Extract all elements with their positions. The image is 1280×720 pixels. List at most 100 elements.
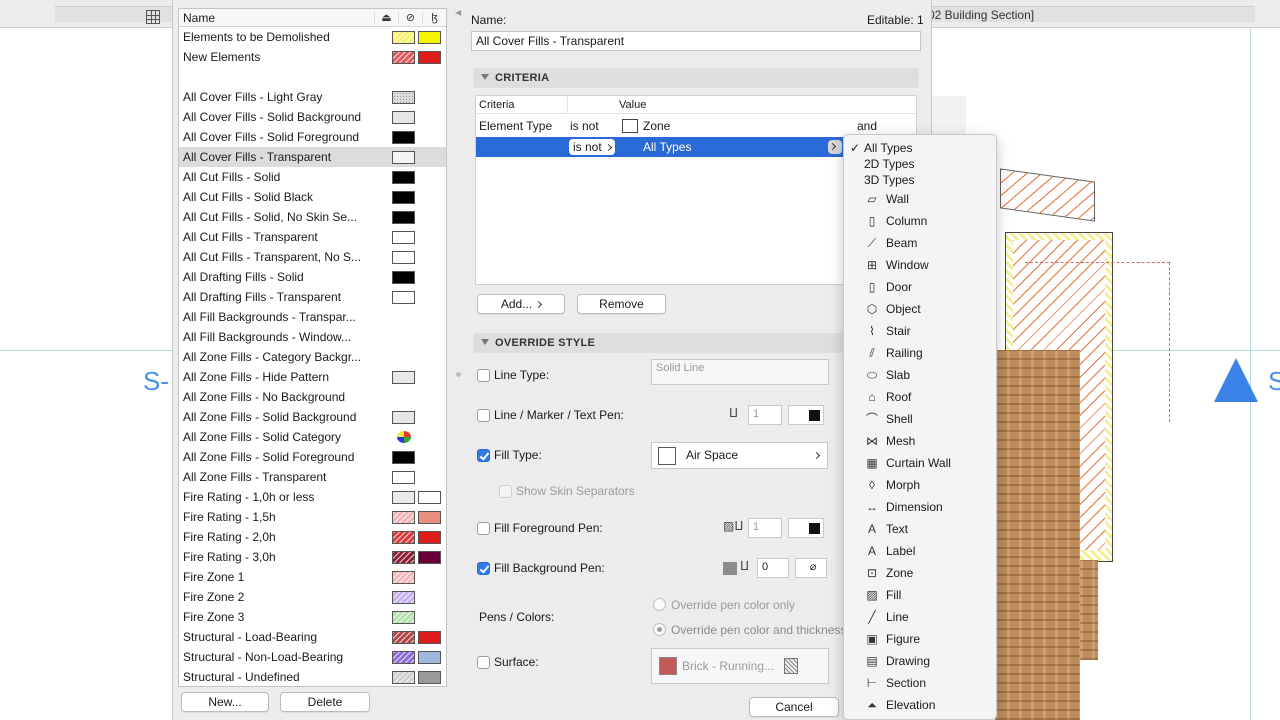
fill-background-checkbox[interactable]	[477, 562, 490, 575]
list-item[interactable]: All Cut Fills - Solid	[179, 167, 446, 187]
radio-pen-color-thickness[interactable]	[653, 623, 666, 636]
line-pen-checkbox[interactable]	[477, 409, 490, 422]
menu-item-all-types[interactable]: ✓ All Types	[844, 140, 996, 156]
menu-item-shell[interactable]: ⌒ Shell	[844, 408, 996, 430]
menu-item-line[interactable]: ╱ Line	[844, 606, 996, 628]
menu-item-3d-types[interactable]: 3D Types	[844, 172, 996, 188]
menu-item-railing[interactable]: ⫽ Railing	[844, 342, 996, 364]
menu-item-figure[interactable]: ▣ Figure	[844, 628, 996, 650]
add-criteria-button[interactable]: Add...	[477, 294, 565, 314]
rule-name-input[interactable]: All Cover Fills - Transparent	[471, 31, 921, 51]
list-item[interactable]: All Fill Backgrounds - Transpar...	[179, 307, 446, 327]
list-item[interactable]: Fire Zone 3	[179, 607, 446, 627]
cut-fill-swatch	[418, 491, 441, 504]
menu-item-fill[interactable]: ▨ Fill	[844, 584, 996, 606]
list-item[interactable]: All Zone Fills - Category Backgr...	[179, 347, 446, 367]
transparent-pen-icon[interactable]: ⌀	[795, 558, 827, 578]
list-item[interactable]: All Cut Fills - Solid Black	[179, 187, 446, 207]
menu-item-slab[interactable]: ⬭ Slab	[844, 364, 996, 386]
menu-item-zone[interactable]: ⊡ Zone	[844, 562, 996, 584]
operator-dropdown[interactable]: is not	[569, 139, 615, 155]
grid-icon[interactable]	[146, 10, 160, 24]
pen-column-icon[interactable]: ɮ	[422, 11, 446, 24]
menu-item-wall[interactable]: ▱ Wall	[844, 188, 996, 210]
value-chevron-icon[interactable]	[828, 140, 842, 154]
criteria-section-header[interactable]: CRITERIA	[473, 68, 919, 88]
radio-pen-color-only[interactable]	[653, 598, 666, 611]
list-item[interactable]: All Zone Fills - Solid Foreground	[179, 447, 446, 467]
delete-button[interactable]: Delete	[280, 692, 370, 712]
criteria-row[interactable]: Element Type is not Zone and	[476, 116, 916, 136]
remove-criteria-button[interactable]: Remove	[577, 294, 666, 314]
list-item[interactable]: Fire Zone 2	[179, 587, 446, 607]
line-pen-number[interactable]: 1	[748, 405, 782, 425]
new-button[interactable]: New...	[181, 692, 269, 712]
list-item[interactable]: All Zone Fills - No Background	[179, 387, 446, 407]
list-item[interactable]: All Zone Fills - Solid Category	[179, 427, 446, 447]
list-item[interactable]: All Zone Fills - Transparent	[179, 467, 446, 487]
menu-item-object[interactable]: ⬡ Object	[844, 298, 996, 320]
menu-item-door[interactable]: ▯ Door	[844, 276, 996, 298]
list-item[interactable]: Fire Rating - 1,5h	[179, 507, 446, 527]
criteria-value[interactable]: Zone	[643, 119, 670, 133]
menu-item-morph[interactable]: ◊ Morph	[844, 474, 996, 496]
list-item[interactable]: Fire Zone 1	[179, 567, 446, 587]
menu-item-2d-types[interactable]: 2D Types	[844, 156, 996, 172]
list-item[interactable]: Elements to be Demolished	[179, 27, 446, 47]
fill-foreground-color-picker[interactable]	[788, 518, 824, 538]
list-item[interactable]: All Cover Fills - Solid Background	[179, 107, 446, 127]
value-column-header: Value	[619, 99, 647, 111]
list-item[interactable]: All Drafting Fills - Solid	[179, 267, 446, 287]
line-type-checkbox[interactable]	[477, 369, 490, 382]
fill-foreground-checkbox[interactable]	[477, 522, 490, 535]
list-item[interactable]: All Zone Fills - Solid Background	[179, 407, 446, 427]
tab-building-section[interactable]: 02 Building Section]	[928, 8, 1034, 22]
fill-background-number[interactable]: 0	[757, 558, 789, 578]
cancel-button[interactable]: Cancel	[749, 697, 839, 717]
list-item[interactable]: Structural - Load-Bearing	[179, 627, 446, 647]
list-item[interactable]: All Cover Fills - Solid Foreground	[179, 127, 446, 147]
fill-type-checkbox[interactable]	[477, 449, 490, 462]
list-item[interactable]: Fire Rating - 1,0h or less	[179, 487, 446, 507]
criteria-operator[interactable]: is not	[570, 119, 599, 133]
line-type-dropdown[interactable]: Solid Line	[651, 359, 829, 385]
menu-item-label[interactable]: A Label	[844, 540, 996, 562]
menu-item-drawing[interactable]: ▤ Drawing	[844, 650, 996, 672]
list-item[interactable]: Fire Rating - 3,0h	[179, 547, 446, 567]
menu-item-roof[interactable]: ⌂ Roof	[844, 386, 996, 408]
surface-checkbox[interactable]	[477, 656, 490, 669]
criteria-conjunction[interactable]: and	[857, 119, 877, 133]
menu-item-mesh[interactable]: ⋈ Mesh	[844, 430, 996, 452]
menu-item-column[interactable]: ▯ Column	[844, 210, 996, 232]
rules-list[interactable]: Name ⏏ ⊘ ɮ Elements to be Demolished New …	[178, 8, 447, 687]
menu-item-dimension[interactable]: ↔ Dimension	[844, 496, 996, 518]
line-pen-color-picker[interactable]	[788, 405, 824, 425]
list-item[interactable]: Fire Rating - 2,0h	[179, 527, 446, 547]
menu-item-window[interactable]: ⊞ Window	[844, 254, 996, 276]
cover-fill-column-icon[interactable]: ⏏	[374, 11, 398, 24]
list-item[interactable]: Structural - Undefined	[179, 667, 446, 686]
menu-item-curtain-wall[interactable]: ▦ Curtain Wall	[844, 452, 996, 474]
list-item[interactable]: All Cover Fills - Transparent	[179, 147, 446, 167]
list-item[interactable]: All Cut Fills - Solid, No Skin Se...	[179, 207, 446, 227]
menu-item-beam[interactable]: ⟋ Beam	[844, 232, 996, 254]
list-item[interactable]: New Elements	[179, 47, 446, 67]
fill-type-dropdown[interactable]: Air Space	[651, 442, 828, 469]
list-item[interactable]: Structural - Non-Load-Bearing	[179, 647, 446, 667]
list-item[interactable]: All Cover Fills - Light Gray	[179, 87, 446, 107]
menu-item-text[interactable]: A Text	[844, 518, 996, 540]
surface-dropdown[interactable]: Brick - Running...	[651, 648, 829, 684]
skin-separators-checkbox[interactable]	[499, 485, 512, 498]
menu-item-stair[interactable]: ⌇ Stair	[844, 320, 996, 342]
menu-item-elevation[interactable]: ⏶ Elevation	[844, 694, 996, 716]
list-item[interactable]: All Cut Fills - Transparent, No S...	[179, 247, 446, 267]
list-item[interactable]: All Zone Fills - Hide Pattern	[179, 367, 446, 387]
value-dropdown[interactable]: All Types	[643, 140, 691, 154]
list-item[interactable]: All Cut Fills - Transparent	[179, 227, 446, 247]
list-item[interactable]: All Drafting Fills - Transparent	[179, 287, 446, 307]
cut-fill-column-icon[interactable]: ⊘	[398, 11, 422, 24]
menu-item-section[interactable]: ⊢ Section	[844, 672, 996, 694]
column-name-header[interactable]: Name	[183, 11, 374, 25]
list-item[interactable]: All Fill Backgrounds - Window...	[179, 327, 446, 347]
fill-foreground-number[interactable]: 1	[748, 518, 782, 538]
